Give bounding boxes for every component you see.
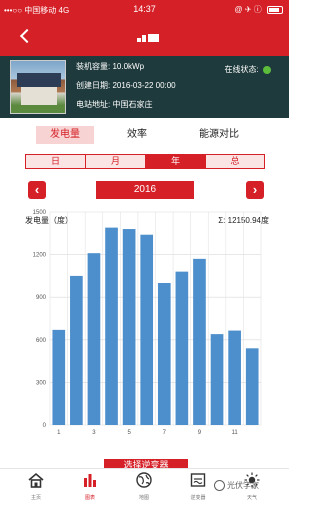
tabbar-home[interactable]: 主页 bbox=[11, 472, 61, 501]
address-value: 中国石家庄 bbox=[112, 100, 153, 109]
bar-month-6 bbox=[140, 234, 154, 425]
tabbar-inverter-label: 逆变器 bbox=[190, 495, 206, 501]
bar-month-11 bbox=[228, 330, 241, 425]
y-tick-label: 900 bbox=[36, 295, 47, 301]
watermark: 光伏学家 bbox=[214, 480, 259, 492]
online-status: 在线状态: bbox=[225, 64, 271, 75]
tabbar-map-label: 地图 bbox=[138, 495, 149, 501]
x-tick-label: 5 bbox=[127, 430, 131, 436]
generation-bar-chart: 0 300 600 900 1200 1500 1 3 5 7 9 11 bbox=[33, 210, 262, 436]
bar-month-1 bbox=[52, 329, 66, 425]
capacity-row: 装机容量: 10.0kWp bbox=[76, 61, 144, 72]
online-check-icon bbox=[263, 65, 271, 74]
globe-icon bbox=[136, 472, 152, 488]
bar-month-8 bbox=[175, 271, 189, 425]
nav-bar bbox=[0, 18, 289, 56]
tabbar-chart[interactable]: 图表 bbox=[65, 472, 115, 501]
station-info-panel: 装机容量: 10.0kWp 创建日期: 2016-03-22 00:00 电站地… bbox=[0, 56, 289, 118]
bar-month-10 bbox=[210, 334, 224, 425]
capacity-value: 10.0kWp bbox=[112, 62, 145, 71]
tabbar-weather-label: 天气 bbox=[246, 495, 257, 501]
y-tick-label: 300 bbox=[36, 380, 47, 386]
address-row: 电站地址: 中国石家庄 bbox=[76, 99, 152, 110]
status-icons: @ ✈ ⓘ bbox=[234, 4, 283, 15]
chart-x-ticks: 1 3 5 7 9 11 bbox=[57, 430, 238, 436]
chart-content: 发电量 效率 能源对比 日 月 年 总 ‹ 2016 › 发电量（度） Σ: 1… bbox=[0, 118, 289, 471]
status-bar: •••○○ 中国移动 4G 14:37 @ ✈ ⓘ bbox=[0, 0, 289, 18]
created-row: 创建日期: 2016-03-22 00:00 bbox=[76, 80, 176, 91]
battery-icon bbox=[267, 5, 283, 14]
x-tick-label: 11 bbox=[232, 430, 239, 436]
status-icons-text: @ ✈ ⓘ bbox=[234, 5, 262, 14]
online-label: 在线状态: bbox=[224, 65, 259, 74]
capacity-label: 装机容量: bbox=[76, 62, 111, 71]
chart-y-ticks: 0 300 600 900 1200 1500 bbox=[33, 210, 47, 429]
watermark-text: 光伏学家 bbox=[227, 481, 259, 490]
tabbar-chart-label: 图表 bbox=[84, 495, 95, 501]
back-arrow-icon[interactable] bbox=[19, 28, 35, 44]
bar-month-12 bbox=[245, 348, 259, 425]
y-tick-label: 0 bbox=[43, 423, 47, 429]
inverter-icon bbox=[190, 473, 206, 487]
bar-month-4 bbox=[105, 227, 118, 425]
tabbar-home-label: 主页 bbox=[30, 495, 41, 501]
home-icon bbox=[28, 472, 44, 488]
x-tick-label: 7 bbox=[163, 430, 167, 436]
bar-month-5 bbox=[122, 229, 136, 425]
tabbar-map[interactable]: 地图 bbox=[119, 472, 169, 501]
address-label: 电站地址: bbox=[76, 100, 111, 109]
bar-month-3 bbox=[87, 253, 101, 425]
watermark-logo-icon bbox=[214, 480, 225, 492]
brand-logo bbox=[137, 34, 161, 44]
bar-month-2 bbox=[70, 275, 83, 425]
created-label: 创建日期: bbox=[76, 81, 111, 90]
station-photo bbox=[10, 60, 66, 114]
bar-chart-icon bbox=[84, 474, 96, 487]
x-tick-label: 9 bbox=[198, 430, 202, 436]
created-value: 2016-03-22 00:00 bbox=[112, 81, 176, 90]
y-tick-label: 600 bbox=[36, 338, 47, 344]
y-tick-label: 1200 bbox=[33, 253, 47, 259]
x-tick-label: 1 bbox=[57, 430, 61, 436]
bar-month-9 bbox=[193, 258, 206, 425]
y-tick-label: 1500 bbox=[33, 210, 47, 216]
bar-month-7 bbox=[157, 283, 171, 425]
x-tick-label: 3 bbox=[92, 430, 96, 436]
